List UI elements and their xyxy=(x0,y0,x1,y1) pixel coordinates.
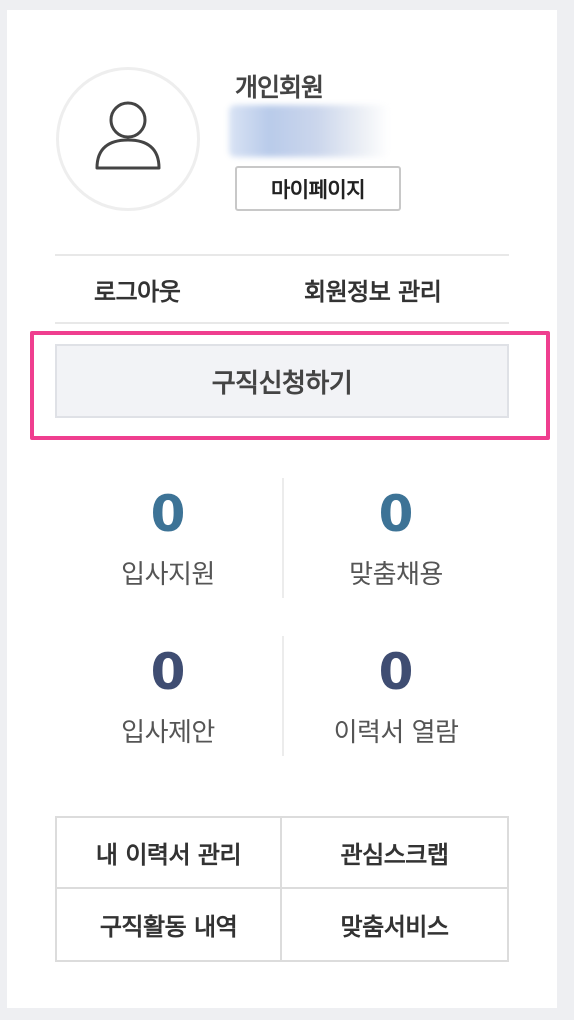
stat-value: 0 xyxy=(150,643,186,701)
stat-separator xyxy=(282,478,284,598)
stat-separator xyxy=(282,636,284,756)
menu-scrap[interactable]: 관심스크랩 xyxy=(282,818,507,889)
member-panel: 개인회원 마이페이지 로그아웃 회원정보 관리 구직신청하기 0 입사지원 0 … xyxy=(7,10,557,1008)
stat-label: 맞춤채용 xyxy=(349,560,443,590)
user-icon xyxy=(95,101,161,170)
avatar xyxy=(56,67,200,211)
mypage-button[interactable]: 마이페이지 xyxy=(235,166,401,211)
quick-menu-grid: 내 이력서 관리 관심스크랩 구직활동 내역 맞춤서비스 xyxy=(55,816,509,962)
menu-job-activity[interactable]: 구직활동 내역 xyxy=(57,889,282,960)
stat-value: 0 xyxy=(378,643,414,701)
user-id-blurred xyxy=(229,105,389,157)
stat-value: 0 xyxy=(150,485,186,543)
member-info-link[interactable]: 회원정보 관리 xyxy=(304,272,442,307)
menu-custom-service[interactable]: 맞춤서비스 xyxy=(282,889,507,960)
stat-label: 입사지원 xyxy=(121,560,215,590)
divider xyxy=(55,322,509,324)
divider xyxy=(55,254,509,256)
stat-label: 입사제안 xyxy=(121,718,215,748)
member-type-label: 개인회원 xyxy=(235,73,324,102)
apply-job-button[interactable]: 구직신청하기 xyxy=(55,344,509,418)
menu-my-resume[interactable]: 내 이력서 관리 xyxy=(57,818,282,889)
logout-link[interactable]: 로그아웃 xyxy=(94,272,181,307)
stat-matched-jobs[interactable]: 0 맞춤채용 xyxy=(283,486,509,591)
stat-applications[interactable]: 0 입사지원 xyxy=(55,486,281,591)
stat-label: 이력서 열람 xyxy=(333,718,459,748)
stat-resume-views[interactable]: 0 이력서 열람 xyxy=(283,644,509,749)
stat-offers[interactable]: 0 입사제안 xyxy=(55,644,281,749)
stat-value: 0 xyxy=(378,485,414,543)
